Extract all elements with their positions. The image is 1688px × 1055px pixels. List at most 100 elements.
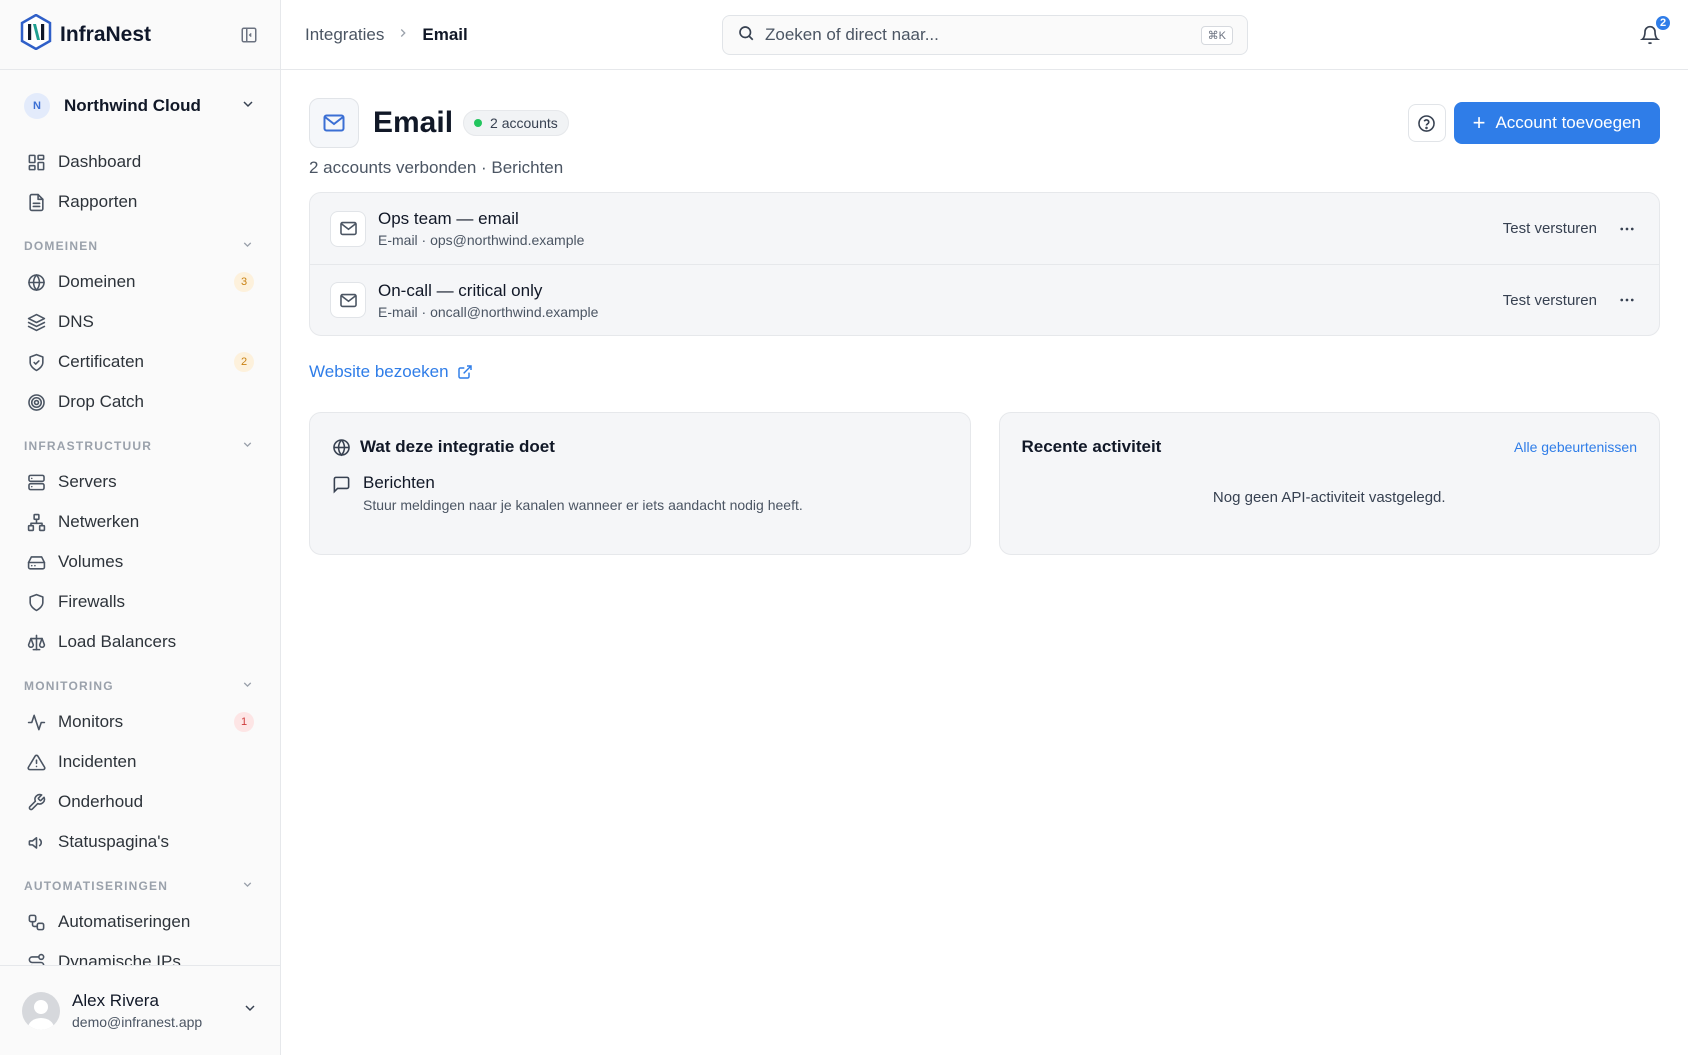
sidebar-item-incidenten[interactable]: Incidenten [14,742,266,782]
search-shortcut: ⌘K [1200,25,1233,45]
org-name: Northwind Cloud [64,96,201,115]
topbar: Integraties Email ⌘K 2 [281,0,1688,70]
sidebar-item-dynamische-ips[interactable]: Dynamische IPs [14,942,266,965]
about-card-header: Wat deze integratie doet [332,437,948,457]
sidebar-item-statuspagina-s[interactable]: Statuspagina's [14,822,266,862]
feature-item: Berichten Stuur meldingen naar je kanale… [332,473,948,513]
wrench-icon [26,792,46,812]
all-events-link[interactable]: Alle gebeurtenissen [1514,439,1637,455]
about-card: Wat deze integratie doet Berichten Stuur… [309,412,971,555]
sidebar-section-header[interactable]: DOMEINEN [14,222,266,262]
chevron-down-icon [241,238,254,254]
sidebar-item-label: Certificaten [58,352,144,371]
feature-name: Berichten [363,473,435,492]
account-name: Ops team — email [378,209,519,228]
sidebar-item-netwerken[interactable]: Netwerken [14,502,266,542]
about-card-title: Wat deze integratie doet [360,437,555,456]
scale-icon [26,632,46,652]
activity-card: Recente activiteit Alle gebeurtenissen N… [998,412,1660,555]
sidebar-item-monitors[interactable]: Monitors 1 [14,702,266,742]
activity-icon [26,712,46,732]
status-dot [474,119,483,127]
user-name: Alex Rivera [72,991,159,1010]
visit-website-link[interactable]: Website bezoeken [309,362,473,382]
sidebar-item-domeinen[interactable]: Domeinen 3 [14,262,266,302]
sidebar-item-certificaten[interactable]: Certificaten 2 [14,342,266,382]
more-options-icon[interactable] [1615,288,1639,312]
add-account-button[interactable]: + Account toevoegen [1453,102,1660,144]
mail-icon [309,98,359,148]
infranest-logo-icon [20,13,52,55]
sidebar-item-label: Dashboard [58,152,142,171]
page-content: Email 2 accounts + Account toevoegen 2 a… [281,70,1688,555]
sidebar-item-badge: 1 [234,712,254,732]
search-input[interactable] [765,25,1201,45]
shield-icon [26,592,46,612]
org-avatar: N [24,93,50,119]
info-cards: Wat deze integratie doet Berichten Stuur… [309,412,1660,555]
breadcrumb-current: Email [422,24,468,44]
sidebar-item-drop-catch[interactable]: Drop Catch [14,382,266,422]
activity-card-title: Recente activiteit [1021,437,1162,456]
help-button[interactable] [1407,104,1446,142]
chevron-down-icon [241,678,254,694]
account-meta: E-mail · ops@northwind.example [378,232,585,248]
activity-card-header: Recente activiteit Alle gebeurtenissen [1022,437,1638,457]
sidebar-item-firewalls[interactable]: Firewalls [14,582,266,622]
notifications-count: 2 [1654,13,1672,32]
status-badge: 2 accounts [463,110,569,136]
sidebar-item-automatiseringen[interactable]: Automatiseringen [14,902,266,942]
alert-triangle-icon [26,752,46,772]
sidebar-collapse-button[interactable] [238,24,260,46]
sidebar-item-label: Drop Catch [58,392,144,411]
brand-bar: InfraNest [0,0,280,70]
breadcrumb: Integraties Email [305,25,468,45]
sidebar-item-dashboard[interactable]: Dashboard [14,142,266,182]
page-subtitle: 2 accounts verbonden · Berichten [309,158,564,177]
org-switcher[interactable]: N Northwind Cloud [0,70,280,142]
sidebar-item-volumes[interactable]: Volumes [14,542,266,582]
sidebar-section-header[interactable]: INFRASTRUCTUUR [14,422,266,462]
account-row[interactable]: Ops team — email E-mail · ops@northwind.e… [310,193,1659,264]
sidebar-item-label: Statuspagina's [58,832,169,851]
account-meta: E-mail · oncall@northwind.example [378,303,599,320]
sidebar-section-title: INFRASTRUCTUUR [24,439,153,453]
sidebar-item-dns[interactable]: DNS [14,302,266,342]
sidebar-section-header[interactable]: MONITORING [14,662,266,702]
visit-website-label: Website bezoeken [309,362,449,381]
sidebar-item-label: Onderhoud [58,792,144,811]
sidebar-item-label: DNS [58,312,94,331]
more-options-icon[interactable] [1615,217,1639,241]
plus-icon: + [1472,110,1486,135]
chevron-down-icon [241,438,254,454]
message-square-icon [332,475,351,513]
user-menu[interactable]: Alex Rivera demo@infranest.app [0,965,280,1055]
network-icon [26,512,46,532]
sidebar-section-header[interactable]: AUTOMATISERINGEN [14,862,266,902]
target-icon [26,392,46,412]
feature-description: Stuur meldingen naar je kanalen wanneer … [363,497,803,513]
account-row[interactable]: On-call — critical only E-mail · oncall@n… [310,264,1659,335]
status-badge-label: 2 accounts [490,115,558,131]
search-box[interactable]: ⌘K [722,15,1248,55]
chevron-right-icon [396,25,410,45]
sidebar-item-servers[interactable]: Servers [14,462,266,502]
sidebar-item-rapporten[interactable]: Rapporten [14,182,266,222]
brand-name: InfraNest [60,22,152,46]
notifications-button[interactable]: 2 [1636,13,1672,49]
megaphone-icon [26,832,46,852]
panel-left-icon [241,27,257,42]
sidebar-item-label: Automatiseringen [58,912,191,931]
search-icon [737,24,755,47]
sidebar-item-load-balancers[interactable]: Load Balancers [14,622,266,662]
layers-icon [26,312,46,332]
send-test-button[interactable]: Test versturen [1503,220,1597,237]
mail-icon [330,282,366,318]
chevron-down-icon[interactable] [242,1000,258,1021]
sidebar: InfraNest N Northwind Cloud Dashboard Rap… [0,0,281,1055]
breadcrumb-parent-link[interactable]: Integraties [305,25,384,45]
sidebar-item-onderhoud[interactable]: Onderhoud [14,782,266,822]
sidebar-section-title: AUTOMATISERINGEN [24,879,169,893]
globe-icon [332,438,351,457]
send-test-button[interactable]: Test versturen [1503,292,1597,309]
